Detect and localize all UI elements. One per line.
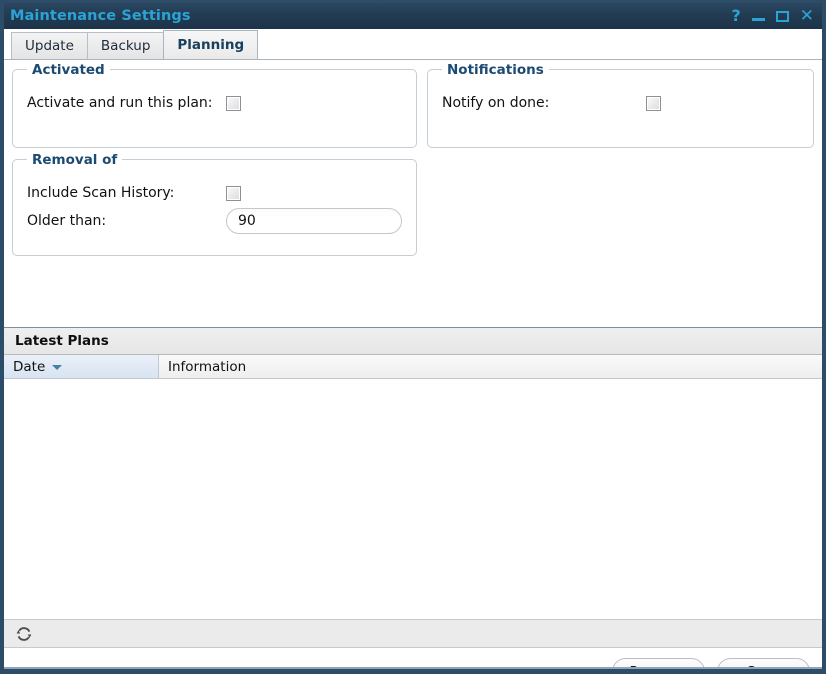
group-removal-of: Removal of Include Scan History: Older t… [12,159,417,256]
refresh-icon[interactable] [15,625,33,643]
window-title: Maintenance Settings [10,8,731,24]
maintenance-settings-window: Maintenance Settings ? ✕ Update Backup P… [0,0,826,674]
tab-backup[interactable]: Backup [87,32,165,59]
field-activate-and-run: Activate and run this plan: [27,89,402,117]
latest-plans-header: Latest Plans [4,328,822,355]
table-header-row: Date Information [4,355,822,379]
save-button[interactable]: Save [717,658,810,674]
tab-planning[interactable]: Planning [163,30,258,59]
older-than-input[interactable] [226,208,402,234]
field-include-scan-history: Include Scan History: [27,179,402,207]
field-notify-on-done: Notify on done: [442,89,799,117]
activate-and-run-checkbox[interactable] [226,96,241,111]
run-now-button[interactable]: Run now [612,658,705,674]
column-header-information-label: Information [168,359,246,375]
group-activated-legend: Activated [27,62,110,78]
sort-descending-icon [52,365,62,370]
field-older-than: Older than: [27,207,402,235]
window-titlebar: Maintenance Settings ? ✕ [0,0,826,29]
status-bar [4,619,822,648]
column-header-date[interactable]: Date [4,355,159,378]
tab-update[interactable]: Update [11,32,88,59]
notify-on-done-label: Notify on done: [442,95,646,111]
older-than-label: Older than: [27,213,226,229]
activate-and-run-label: Activate and run this plan: [27,95,226,111]
right-column: Notifications Notify on done: [427,69,814,267]
group-notifications: Notifications Notify on done: [427,69,814,148]
minimize-icon[interactable] [752,18,765,21]
close-icon[interactable]: ✕ [800,11,814,22]
include-scan-history-checkbox[interactable] [226,186,241,201]
form-columns: Activated Activate and run this plan: Re… [12,69,814,267]
notify-on-done-checkbox[interactable] [646,96,661,111]
include-scan-history-label: Include Scan History: [27,185,226,201]
column-header-information[interactable]: Information [159,355,822,378]
window-controls: ? ✕ [731,8,818,24]
group-removal-of-legend: Removal of [27,152,122,168]
latest-plans-table: Date Information [4,355,822,619]
group-activated: Activated Activate and run this plan: [12,69,417,148]
maximize-icon[interactable] [776,11,789,22]
table-body [4,379,822,618]
column-header-date-label: Date [13,359,45,375]
help-icon[interactable]: ? [731,8,740,24]
planning-panel: Activated Activate and run this plan: Re… [4,60,822,328]
footer-button-bar: Run now Save [4,648,822,674]
tab-bar: Update Backup Planning [4,29,822,60]
left-column: Activated Activate and run this plan: Re… [12,69,417,267]
group-notifications-legend: Notifications [442,62,549,78]
